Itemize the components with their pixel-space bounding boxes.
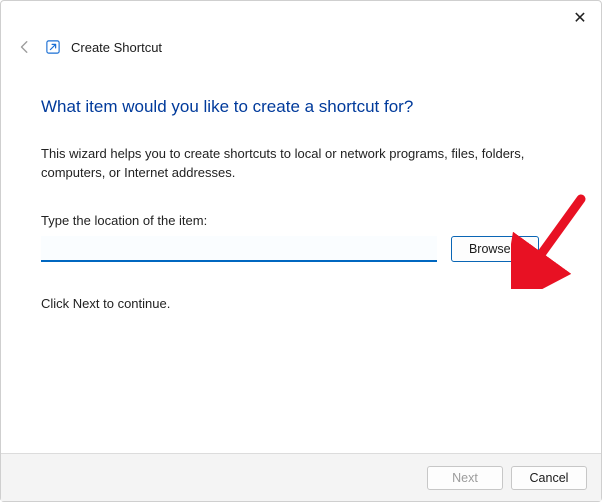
back-arrow-icon xyxy=(15,37,35,57)
location-input[interactable] xyxy=(41,236,437,262)
location-input-row: Browse... xyxy=(41,236,561,262)
titlebar: ✕ xyxy=(1,1,601,35)
cancel-button[interactable]: Cancel xyxy=(511,466,587,490)
dialog-title: Create Shortcut xyxy=(71,40,162,55)
page-heading: What item would you like to create a sho… xyxy=(41,97,561,117)
continue-hint: Click Next to continue. xyxy=(41,296,561,311)
shortcut-icon xyxy=(45,39,61,55)
next-button[interactable]: Next xyxy=(427,466,503,490)
browse-button[interactable]: Browse... xyxy=(451,236,539,262)
create-shortcut-dialog: ✕ Create Shortcut What item would you li… xyxy=(0,0,602,502)
wizard-description: This wizard helps you to create shortcut… xyxy=(41,145,541,183)
location-input-label: Type the location of the item: xyxy=(41,213,561,228)
dialog-header: Create Shortcut xyxy=(1,35,601,61)
close-icon[interactable]: ✕ xyxy=(569,7,591,29)
dialog-content: What item would you like to create a sho… xyxy=(1,61,601,453)
dialog-footer: Next Cancel xyxy=(1,453,601,501)
